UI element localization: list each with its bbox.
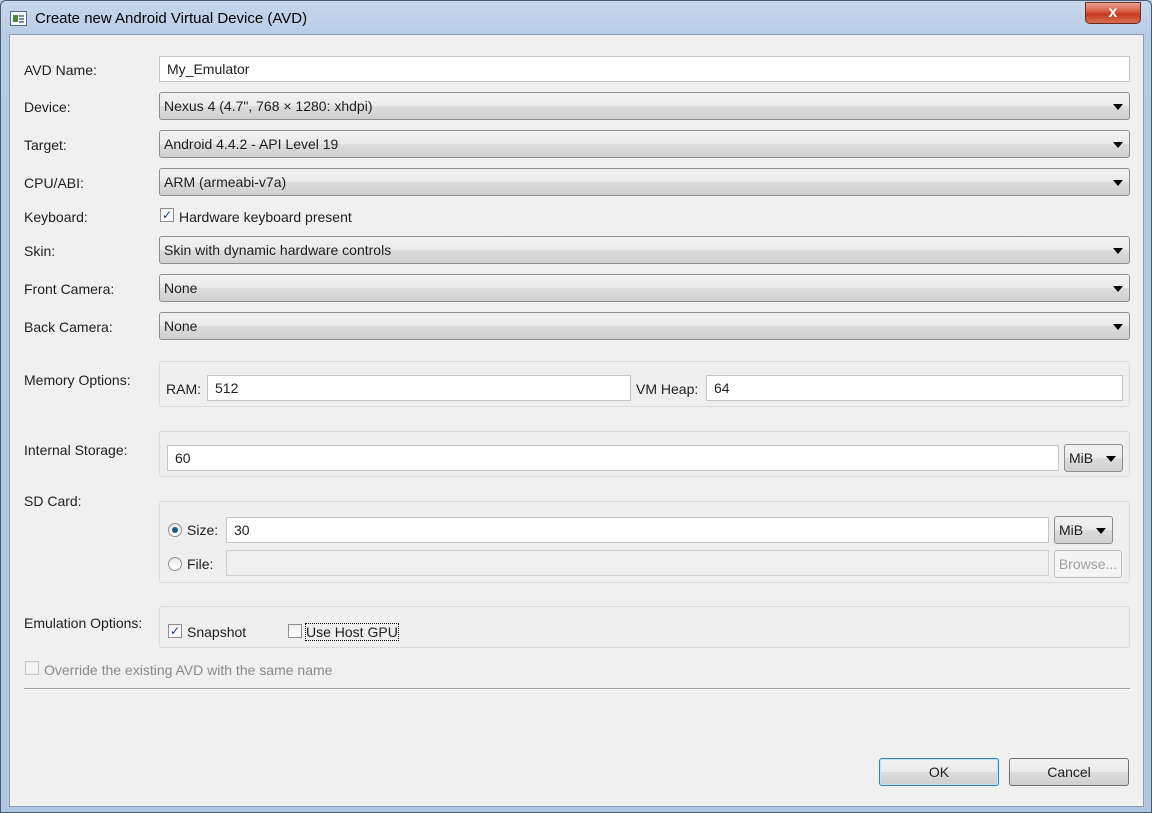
device-select[interactable]: Nexus 4 (4.7", 768 × 1280: xhdpi) [159,92,1130,120]
sd-card-size-radio[interactable] [168,523,182,537]
internal-storage-group: 60 MiB [159,431,1130,477]
skin-select-value: Skin with dynamic hardware controls [164,242,392,258]
sd-card-group: Size: 30 MiB File: Browse... [159,501,1130,583]
emulation-options-label: Emulation Options: [24,615,143,631]
chevron-down-icon [1113,248,1123,254]
emulation-options-group: ✓ Snapshot Use Host GPU [159,606,1130,648]
chevron-down-icon [1113,324,1123,330]
sd-card-file-radio[interactable] [168,557,182,571]
hardware-keyboard-checkbox[interactable]: ✓ [160,208,174,222]
back-camera-select-value: None [164,318,198,334]
skin-label: Skin: [24,243,56,259]
chevron-down-icon [1096,528,1106,534]
dialog-content: AVD Name: My_Emulator Device: Nexus 4 (4… [9,34,1144,807]
cpu-abi-label: CPU/ABI: [24,175,84,191]
ok-button[interactable]: OK [879,758,999,786]
memory-options-group: RAM: 512 VM Heap: 64 [159,361,1130,407]
device-select-value: Nexus 4 (4.7", 768 × 1280: xhdpi) [164,98,373,114]
sd-card-unit-value: MiB [1059,522,1084,538]
vm-heap-label: VM Heap: [636,381,699,397]
close-icon: x [1108,4,1118,21]
hardware-keyboard-label[interactable]: Hardware keyboard present [179,209,352,225]
target-select[interactable]: Android 4.4.2 - API Level 19 [159,130,1130,158]
internal-storage-label: Internal Storage: [24,442,128,458]
front-camera-label: Front Camera: [24,281,115,297]
chevron-down-icon [1106,456,1116,462]
ram-label: RAM: [166,381,201,397]
sd-card-size-input[interactable]: 30 [226,517,1049,543]
cpu-abi-select-value: ARM (armeabi-v7a) [164,174,287,190]
vm-heap-input[interactable]: 64 [706,375,1123,401]
chevron-down-icon [1113,104,1123,110]
dialog-separator [24,688,1130,690]
memory-options-label: Memory Options: [24,372,131,388]
override-avd-checkbox[interactable] [25,661,39,675]
avd-name-input[interactable]: My_Emulator [159,56,1130,82]
checkmark-icon: ✓ [169,624,181,638]
front-camera-select-value: None [164,280,198,296]
back-camera-select[interactable]: None [159,312,1130,340]
cpu-abi-select[interactable]: ARM (armeabi-v7a) [159,168,1130,196]
window-title: Create new Android Virtual Device (AVD) [35,10,308,27]
internal-storage-input[interactable]: 60 [167,445,1059,471]
avd-dialog-window: Create new Android Virtual Device (AVD) … [0,0,1152,813]
avd-name-label: AVD Name: [24,62,97,78]
target-label: Target: [24,137,67,153]
snapshot-checkbox[interactable]: ✓ [168,624,182,638]
internal-storage-unit-value: MiB [1069,450,1094,466]
sd-card-file-label[interactable]: File: [187,556,213,572]
sd-card-file-input[interactable] [226,550,1049,576]
checkmark-icon: ✓ [161,208,173,222]
front-camera-select[interactable]: None [159,274,1130,302]
browse-button[interactable]: Browse... [1054,550,1122,578]
sd-card-label: SD Card: [24,493,82,509]
sd-card-unit-select[interactable]: MiB [1054,516,1113,544]
close-button[interactable]: x [1085,2,1141,24]
chevron-down-icon [1113,180,1123,186]
sd-card-size-label[interactable]: Size: [187,522,218,538]
chevron-down-icon [1113,142,1123,148]
use-host-gpu-label[interactable]: Use Host GPU [305,623,399,641]
title-bar[interactable]: Create new Android Virtual Device (AVD) … [1,1,1151,35]
internal-storage-unit-select[interactable]: MiB [1064,444,1123,472]
cancel-button[interactable]: Cancel [1009,758,1129,786]
use-host-gpu-checkbox[interactable] [288,624,302,638]
chevron-down-icon [1113,286,1123,292]
device-label: Device: [24,99,71,115]
snapshot-label[interactable]: Snapshot [187,624,246,640]
target-select-value: Android 4.4.2 - API Level 19 [164,136,339,152]
ram-input[interactable]: 512 [207,375,631,401]
window-app-icon [10,11,27,26]
override-avd-label: Override the existing AVD with the same … [44,662,333,678]
keyboard-label: Keyboard: [24,209,88,225]
skin-select[interactable]: Skin with dynamic hardware controls [159,236,1130,264]
back-camera-label: Back Camera: [24,319,113,335]
